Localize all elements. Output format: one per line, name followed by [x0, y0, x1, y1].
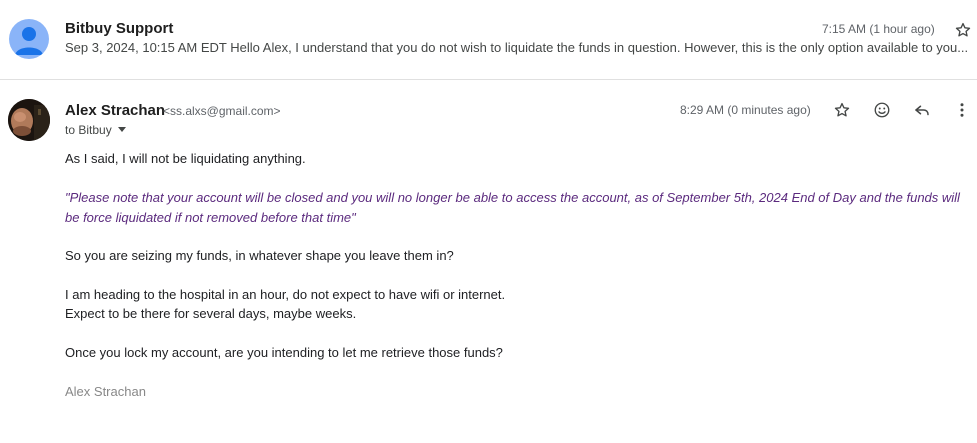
person-icon [15, 27, 43, 55]
star-button[interactable] [832, 100, 852, 120]
star-button[interactable] [953, 20, 973, 40]
recipient-name: Bitbuy [78, 123, 112, 137]
star-icon [955, 22, 971, 37]
message-paragraph: I am heading to the hospital in an hour,… [65, 287, 506, 302]
star-icon [834, 102, 850, 117]
more-options-button[interactable] [952, 100, 972, 120]
avatar[interactable] [8, 99, 50, 141]
sender-avatar [9, 19, 49, 59]
profile-photo [8, 99, 50, 141]
quoted-text: "Please note that your account will be c… [65, 190, 960, 225]
signature: Alex Strachan [65, 384, 146, 399]
sender-name[interactable]: Bitbuy Support [65, 20, 173, 37]
message-time: 7:15 AM (1 hour ago) [822, 22, 935, 36]
message-paragraph: Expect to be there for several days, may… [65, 306, 357, 321]
sender-name[interactable]: Alex Strachan [65, 102, 165, 119]
message-snippet[interactable]: Sep 3, 2024, 10:15 AM EDT Hello Alex, I … [65, 40, 970, 55]
chevron-down-icon[interactable] [117, 127, 126, 132]
to-label: to [65, 123, 76, 137]
reply-button[interactable] [912, 100, 932, 120]
reply-icon [915, 105, 929, 116]
message-paragraph: Once you lock my account, are you intend… [65, 345, 503, 360]
more-vert-icon [960, 103, 964, 117]
sender-email: <ss.alxs@gmail.com> [163, 104, 281, 118]
message-divider [0, 79, 977, 80]
recipient-line[interactable]: to Bitbuy [65, 123, 126, 137]
add-reaction-button[interactable] [872, 100, 892, 120]
emoji-icon [874, 102, 890, 118]
message-paragraph: As I said, I will not be liquidating any… [65, 151, 306, 166]
message-time: 8:29 AM (0 minutes ago) [680, 103, 811, 117]
message-paragraph: So you are seizing my funds, in whatever… [65, 248, 454, 263]
